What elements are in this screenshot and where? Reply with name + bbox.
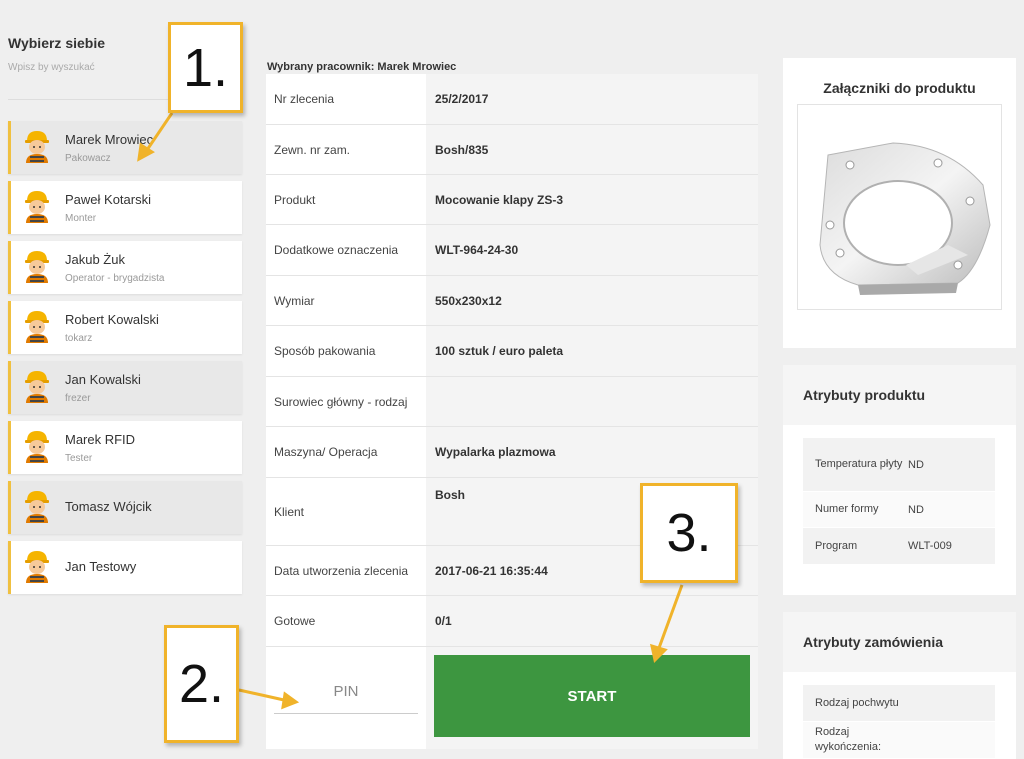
order-details: Nr zlecenia 25/2/2017 Zewn. nr zam. Bosh/83… <box>266 74 758 749</box>
callout-3: 3. <box>640 483 738 583</box>
worker-avatar-icon <box>22 549 52 583</box>
employee-item[interactable]: Marek Mrowiec Pakowacz <box>8 121 242 174</box>
employee-list: Marek Mrowiec Pakowacz Paweł Kotarski Monte… <box>8 121 242 601</box>
order-detail-value: 550x230x12 <box>426 276 758 325</box>
employee-role: Monter <box>65 213 97 224</box>
selected-worker-label: Wybrany pracownik: Marek Mrowiec <box>267 61 457 73</box>
order-detail-label: Dodatkowe oznaczenia <box>266 225 426 275</box>
order-detail-value: Bosh/835 <box>426 125 758 174</box>
order-detail-row: Nr zlecenia 25/2/2017 <box>266 74 758 125</box>
attribute-value <box>908 722 995 758</box>
attribute-value: WLT-009 <box>908 540 952 552</box>
order-detail-value: Mocowanie klapy ZS-3 <box>426 175 758 224</box>
attribute-value: ND <box>908 503 924 516</box>
attribute-label: Rodzaj pochwytu <box>815 696 899 709</box>
order-detail-row: Maszyna/ Operacja Wypalarka plazmowa <box>266 427 758 478</box>
attribute-row: Rodzaj wykończenia: <box>803 722 995 759</box>
employee-name: Jakub Żuk <box>65 252 125 267</box>
worker-avatar-icon <box>22 249 52 283</box>
order-attributes-table: Rodzaj pochwytu Rodzaj wykończenia: <box>803 685 995 759</box>
attribute-row: Program WLT-009 <box>803 528 995 565</box>
start-button[interactable]: START <box>434 655 750 737</box>
worker-avatar-icon <box>22 129 52 163</box>
worker-avatar-icon <box>22 429 52 463</box>
employee-role: Pakowacz <box>65 153 111 164</box>
worker-avatar-icon <box>22 369 52 403</box>
employee-name: Marek RFID <box>65 432 136 447</box>
employee-role: Operator - brygadzista <box>65 273 165 284</box>
order-detail-label: Maszyna/ Operacja <box>266 427 426 477</box>
attribute-label: Rodzaj wykończenia: <box>815 726 882 753</box>
order-detail-label: Surowiec główny - rodzaj <box>266 377 426 426</box>
order-detail-value: 25/2/2017 <box>426 74 758 124</box>
order-detail-row: Dodatkowe oznaczenia WLT-964-24-30 <box>266 225 758 276</box>
employee-item[interactable]: Robert Kowalski tokarz <box>8 301 242 354</box>
order-detail-label: Nr zlecenia <box>266 74 426 124</box>
employee-role: Tester <box>65 453 93 464</box>
order-detail-row: Surowiec główny - rodzaj <box>266 377 758 427</box>
attribute-value <box>908 685 995 721</box>
attribute-label: Numer formy <box>815 503 879 515</box>
order-detail-value: Wypalarka plazmowa <box>426 427 758 477</box>
attribute-label: Program <box>815 539 858 552</box>
employee-name: Paweł Kotarski <box>65 192 151 207</box>
employee-item[interactable]: Jan Kowalski frezer <box>8 361 242 414</box>
worker-avatar-icon <box>22 309 52 343</box>
action-row: START <box>266 647 758 749</box>
employee-name: Marek Mrowiec <box>65 132 154 147</box>
attachments-panel: Załączniki do produktu <box>783 58 1016 348</box>
attachments-title: Załączniki do produktu <box>823 80 976 96</box>
employee-name: Robert Kowalski <box>65 312 159 327</box>
product-attributes-table: Temperatura płyty ND Numer formy ND Program W… <box>803 438 995 565</box>
employee-item[interactable]: Jakub Żuk Operator - brygadzista <box>8 241 242 294</box>
order-detail-row: Produkt Mocowanie klapy ZS-3 <box>266 175 758 225</box>
employee-name: Jan Kowalski <box>65 372 141 387</box>
employee-panel-title: Wybierz siebie <box>8 35 106 51</box>
order-detail-value <box>426 377 758 426</box>
employee-item[interactable]: Paweł Kotarski Monter <box>8 181 242 234</box>
product-attributes-title: Atrybuty produktu <box>783 365 1016 425</box>
worker-avatar-icon <box>22 189 52 223</box>
order-detail-row: Gotowe 0/1 <box>266 596 758 647</box>
employee-role: frezer <box>65 393 91 404</box>
order-detail-label: Wymiar <box>266 276 426 325</box>
order-detail-label: Gotowe <box>266 596 426 646</box>
order-detail-row: Wymiar 550x230x12 <box>266 276 758 326</box>
order-detail-label: Klient <box>266 478 426 545</box>
order-detail-row: Sposób pakowania 100 sztuk / euro paleta <box>266 326 758 377</box>
order-detail-row: Zewn. nr zam. Bosh/835 <box>266 125 758 175</box>
attribute-row: Temperatura płyty ND <box>803 438 995 492</box>
attribute-row: Rodzaj pochwytu <box>803 685 995 722</box>
callout-1: 1. <box>168 22 243 113</box>
employee-role: tokarz <box>65 333 93 344</box>
worker-avatar-icon <box>22 489 52 523</box>
order-detail-value: WLT-964-24-30 <box>426 225 758 275</box>
attribute-label: Temperatura płyty <box>815 458 903 470</box>
employee-name: Tomasz Wójcik <box>65 499 152 514</box>
order-detail-label: Data utworzenia zlecenia <box>266 546 426 595</box>
order-attributes-panel: Atrybuty zamówienia Rodzaj pochwytu Rodza… <box>783 612 1016 759</box>
order-detail-label: Produkt <box>266 175 426 224</box>
product-image[interactable] <box>797 104 1002 310</box>
pin-input[interactable] <box>274 669 418 714</box>
product-attributes-panel: Atrybuty produktu Temperatura płyty ND Num… <box>783 365 1016 595</box>
attribute-row: Numer formy ND <box>803 492 995 528</box>
attribute-value: ND <box>908 458 924 471</box>
order-detail-value: 0/1 <box>426 596 758 646</box>
order-detail-value: 100 sztuk / euro paleta <box>426 326 758 376</box>
order-attributes-title: Atrybuty zamówienia <box>783 612 1016 672</box>
order-detail-label: Zewn. nr zam. <box>266 125 426 174</box>
employee-item[interactable]: Tomasz Wójcik <box>8 481 242 534</box>
callout-2: 2. <box>164 625 239 743</box>
order-detail-label: Sposób pakowania <box>266 326 426 376</box>
employee-item[interactable]: Jan Testowy <box>8 541 242 594</box>
employee-item[interactable]: Marek RFID Tester <box>8 421 242 474</box>
employee-name: Jan Testowy <box>65 559 137 574</box>
